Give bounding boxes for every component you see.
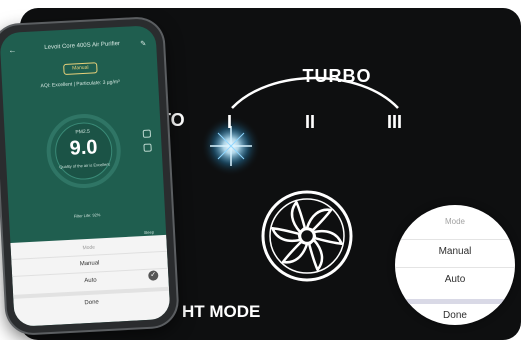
timer-icon[interactable] (142, 129, 152, 138)
app-header: ← Levoit Core 400S Air Purifier ✎ (0, 39, 157, 61)
zoomed-mode-menu: Mode Manual Auto Done (395, 205, 515, 325)
speed-label-1: I (227, 112, 233, 132)
speed-label-2: II (305, 112, 316, 132)
edit-icon[interactable]: ✎ (140, 40, 146, 48)
zoom-menu-title: Mode (444, 217, 465, 226)
zoom-option-auto[interactable]: Auto (395, 267, 515, 292)
scene: TURBO TO I II III SS HT MODE ← Levoit Co… (0, 0, 521, 340)
zoom-option-manual[interactable]: Manual (395, 239, 515, 264)
gauge-value: 9.0 (69, 136, 98, 160)
back-arrow-icon[interactable]: ← (8, 45, 16, 54)
app-title: Levoit Core 400S Air Purifier (44, 40, 121, 51)
light-mode-text: HT MODE (182, 302, 261, 321)
app-screen: ← Levoit Core 400S Air Purifier ✎ Manual… (0, 25, 171, 327)
mode-bottom-sheet: Mode Manual Auto ✓ Done (10, 234, 171, 327)
smartphone: ← Levoit Core 400S Air Purifier ✎ Manual… (0, 17, 178, 335)
zoom-done-button[interactable]: Done (395, 299, 515, 325)
turbo-label: TURBO (302, 66, 372, 86)
fan-speed-text: Sleep (143, 229, 155, 235)
mode-badge[interactable]: Manual (63, 62, 98, 75)
device-info-text: AQI: Excellent | Particulate: 3 µg/m³ (40, 79, 120, 90)
status-text: Filter Life: 92% (73, 212, 101, 219)
display-icon[interactable] (143, 143, 152, 152)
speed-label-3: III (387, 112, 403, 132)
fan-icon (261, 190, 353, 282)
